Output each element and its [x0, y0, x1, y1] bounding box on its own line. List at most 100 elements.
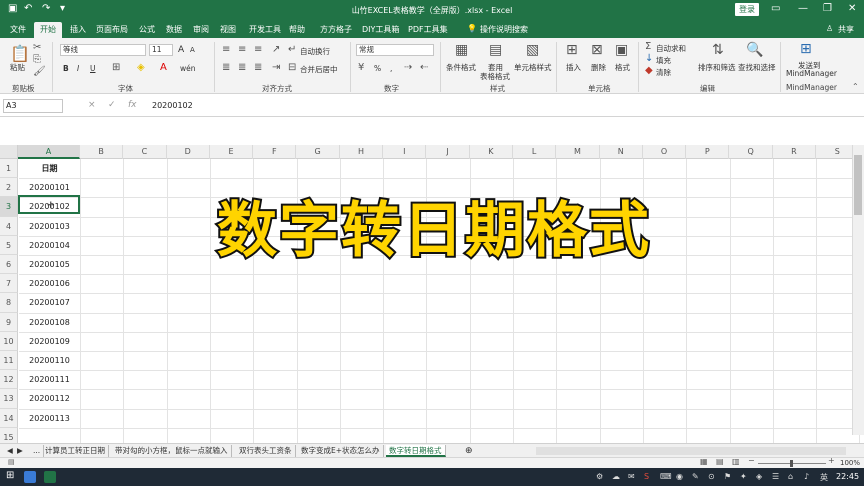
cell-style-button[interactable]: 单元格样式	[514, 62, 552, 73]
sheet-tab-4[interactable]: 数字变成E+状态怎么办	[298, 445, 384, 457]
column-header-R[interactable]: R	[773, 145, 817, 159]
tray-icon[interactable]: ☁	[612, 472, 620, 481]
cell-A12[interactable]: 20200111	[19, 370, 80, 389]
tab-4[interactable]: 公式	[139, 24, 155, 35]
cell-A13[interactable]: 20200112	[19, 389, 80, 408]
ime-icon[interactable]: 英	[820, 472, 828, 483]
sheet-tab-3[interactable]: 双行表头工资条	[236, 445, 296, 457]
comma-button[interactable]: ,	[390, 64, 392, 73]
collapse-ribbon-icon[interactable]: ⌃	[852, 82, 859, 91]
tray-icon[interactable]: S	[644, 472, 649, 481]
cell-A10[interactable]: 20200109	[19, 332, 80, 351]
share-icon[interactable]: ♙	[826, 24, 833, 33]
row-header-7[interactable]: 7	[0, 274, 18, 294]
delete-cells-icon[interactable]: ⊠	[591, 42, 603, 58]
table-format-icon[interactable]: ▤	[489, 42, 502, 58]
fill-button[interactable]: 填充	[656, 55, 671, 66]
align-bottom-icon[interactable]: ≡	[254, 44, 262, 55]
row-header-5[interactable]: 5	[0, 235, 18, 255]
close-icon[interactable]: ✕	[848, 3, 856, 14]
currency-icon[interactable]: ¥	[358, 62, 364, 73]
clear-button[interactable]: 清除	[656, 67, 671, 78]
conditional-format-icon[interactable]: ▦	[455, 42, 468, 58]
column-header-C[interactable]: C	[123, 145, 167, 159]
name-box[interactable]: A3	[3, 99, 63, 113]
column-header-P[interactable]: P	[686, 145, 730, 159]
align-middle-icon[interactable]: ≡	[238, 44, 246, 55]
row-header-9[interactable]: 9	[0, 312, 18, 332]
enter-icon[interactable]: ✓	[108, 100, 116, 110]
zoom-slider-thumb[interactable]	[790, 460, 793, 467]
number-format-combo[interactable]: 常规	[356, 44, 434, 56]
align-right-icon[interactable]: ≣	[254, 62, 262, 73]
tab-11[interactable]: DIY工具箱	[362, 24, 399, 35]
column-header-H[interactable]: H	[340, 145, 384, 159]
row-header-14[interactable]: 14	[0, 408, 18, 428]
phonetic-button[interactable]: wén	[180, 64, 196, 73]
login-button[interactable]: 登录	[735, 3, 759, 16]
align-left-icon[interactable]: ≣	[222, 62, 230, 73]
cell-A6[interactable]: 20200105	[19, 255, 80, 274]
column-header-E[interactable]: E	[210, 145, 254, 159]
tray-icon[interactable]: ⌨	[660, 472, 672, 481]
tab-10[interactable]: 方方格子	[320, 24, 352, 35]
column-header-B[interactable]: B	[80, 145, 124, 159]
tab-6[interactable]: 审阅	[193, 24, 209, 35]
ribbon-display-icon[interactable]: ▭	[771, 3, 780, 14]
row-header-8[interactable]: 8	[0, 293, 18, 313]
app-icon[interactable]	[24, 471, 36, 483]
font-size-combo[interactable]: 11	[149, 44, 173, 56]
tab-1[interactable]: 开始	[34, 22, 62, 38]
border-icon[interactable]: ⊞	[112, 62, 120, 73]
format-painter-icon[interactable]: 🖌	[33, 66, 46, 77]
tray-icon[interactable]: ◉	[676, 472, 683, 481]
sheet-tab-5[interactable]: 数字转日期格式	[386, 445, 446, 457]
increase-decimal-icon[interactable]: ⇢	[404, 62, 412, 73]
zoom-in-icon[interactable]: +	[828, 456, 835, 465]
normal-view-icon[interactable]: ▦	[700, 457, 708, 466]
merge-center-button[interactable]: 合并后居中	[300, 64, 338, 75]
merge-center-icon[interactable]: ⊟	[288, 62, 296, 73]
column-header-K[interactable]: K	[470, 145, 513, 159]
find-select-icon[interactable]: 🔍	[746, 42, 763, 58]
percent-button[interactable]: %	[374, 64, 381, 73]
share-button[interactable]: 共享	[838, 24, 854, 35]
tab-3[interactable]: 页面布局	[96, 24, 128, 35]
autosum-button[interactable]: 自动求和	[656, 43, 686, 54]
cell-style-icon[interactable]: ▧	[526, 42, 539, 58]
excel-taskbar-icon[interactable]	[44, 471, 56, 483]
tray-icon[interactable]: ◈	[756, 472, 762, 481]
column-header-D[interactable]: D	[167, 145, 210, 159]
grow-font-button[interactable]: A	[178, 45, 184, 55]
row-header-12[interactable]: 12	[0, 370, 18, 390]
sheet-tab-2[interactable]: 带对勾的小方框，鼠标一点就输入	[112, 445, 232, 457]
column-header-N[interactable]: N	[600, 145, 643, 159]
insert-function-icon[interactable]: fx	[128, 100, 137, 110]
cell-A1[interactable]: 日期	[19, 159, 80, 178]
volume-icon[interactable]: ♪	[804, 472, 809, 481]
tab-2[interactable]: 插入	[70, 24, 86, 35]
italic-button[interactable]: I	[77, 64, 79, 73]
fill-color-icon[interactable]: ◈	[137, 62, 145, 73]
cell-A5[interactable]: 20200104	[19, 236, 80, 255]
insert-cells-icon[interactable]: ⊞	[566, 42, 578, 58]
column-header-M[interactable]: M	[556, 145, 600, 159]
tray-icon[interactable]: ⚙	[596, 472, 603, 481]
tray-icon[interactable]: ✦	[740, 472, 747, 481]
sort-filter-icon[interactable]: ⇅	[712, 42, 724, 58]
formula-input[interactable]: 20200102	[152, 101, 193, 110]
find-select-button[interactable]: 查找和选择	[738, 62, 776, 73]
cell-A7[interactable]: 20200106	[19, 274, 80, 293]
vertical-scroll-thumb[interactable]	[854, 155, 862, 215]
zoom-out-icon[interactable]: −	[748, 456, 755, 465]
page-break-view-icon[interactable]: ▥	[732, 457, 740, 466]
minimize-icon[interactable]: —	[798, 3, 808, 14]
align-top-icon[interactable]: ≡	[222, 44, 230, 55]
send-to-button-2[interactable]: MindManager	[786, 69, 837, 78]
column-header-J[interactable]: J	[426, 145, 470, 159]
maximize-icon[interactable]: ❐	[823, 3, 832, 14]
row-header-11[interactable]: 11	[0, 351, 18, 371]
row-header-1[interactable]: 1	[0, 159, 18, 179]
sheet-tab-1[interactable]: 计算员工转正日期	[42, 445, 109, 457]
cell-A9[interactable]: 20200108	[19, 313, 80, 332]
